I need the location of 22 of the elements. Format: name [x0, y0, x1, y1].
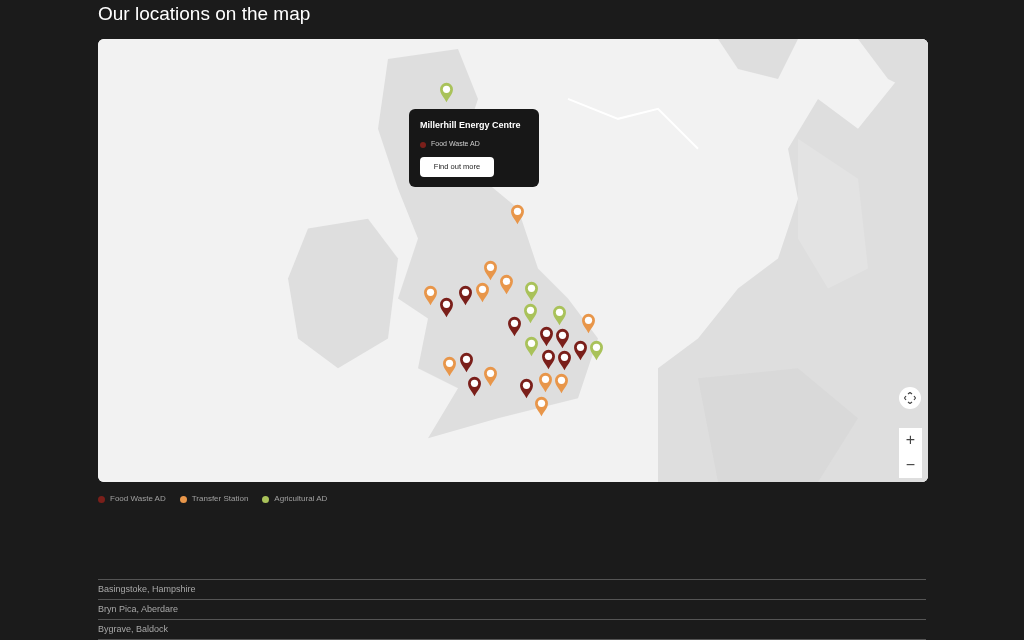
map-pin[interactable]: [554, 327, 570, 349]
map-pin[interactable]: [572, 339, 588, 361]
map-pin[interactable]: [556, 349, 572, 371]
page-title: Our locations on the map: [98, 3, 312, 26]
map-pin[interactable]: [506, 315, 522, 337]
popup-title: Millerhill Energy Centre: [420, 118, 522, 132]
recenter-icon: [904, 391, 916, 404]
location-item[interactable]: Bygrave, Baldock: [98, 622, 169, 637]
location-item[interactable]: Basingstoke, Hampshire: [98, 582, 196, 597]
map-pin[interactable]: [540, 348, 556, 370]
legend-label: Agricultural AD: [274, 493, 328, 505]
map-pin[interactable]: [538, 325, 554, 347]
zoom-in-button[interactable]: +: [899, 427, 922, 453]
zoom-out-button[interactable]: −: [899, 452, 922, 478]
map-pin[interactable]: [518, 377, 534, 399]
map-pin[interactable]: [458, 351, 474, 373]
location-item[interactable]: Bryn Pica, Aberdare: [98, 602, 179, 617]
legend-label: Transfer Station: [191, 493, 249, 505]
map-pin[interactable]: [466, 375, 482, 397]
map-pin[interactable]: [457, 284, 473, 306]
map-pin[interactable]: [438, 296, 454, 318]
legend-label: Food Waste AD: [110, 493, 166, 505]
